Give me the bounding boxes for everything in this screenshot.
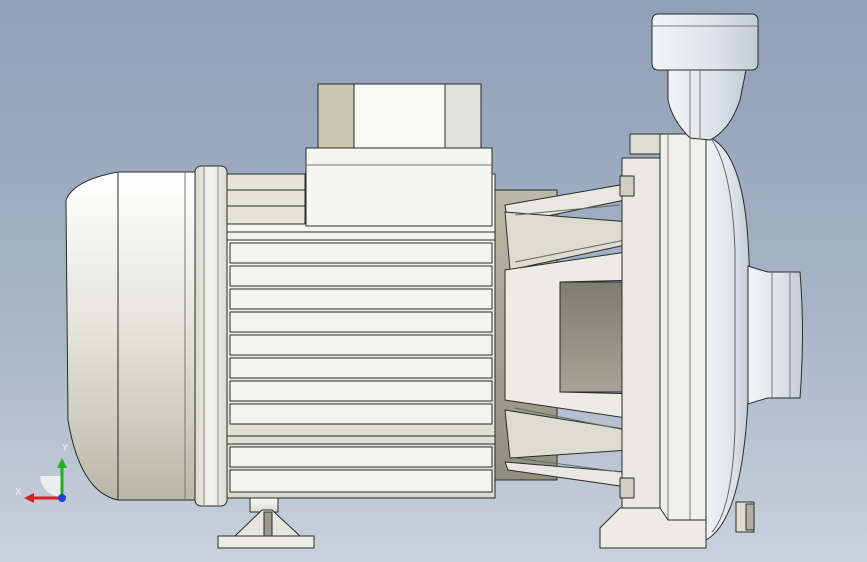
fan-cover[interactable]: [65, 165, 228, 507]
triad-x-label: X: [15, 487, 22, 498]
triad-axes-icon: [24, 458, 67, 503]
pump-flange: [619, 133, 707, 539]
discharge-outlet[interactable]: [651, 13, 759, 141]
terminal-box[interactable]: [305, 83, 493, 227]
coordinate-triad: Y X: [10, 440, 80, 510]
triad-y-label: Y: [62, 443, 69, 454]
motor-cooling-fins: [229, 242, 493, 493]
adapter-lantern: [494, 184, 641, 487]
pump-model[interactable]: [0, 0, 867, 562]
graphics-viewport[interactable]: Y X: [0, 0, 867, 562]
suction-inlet[interactable]: [747, 265, 803, 405]
pump-volute[interactable]: [705, 135, 751, 541]
motor-foot: [217, 497, 315, 549]
